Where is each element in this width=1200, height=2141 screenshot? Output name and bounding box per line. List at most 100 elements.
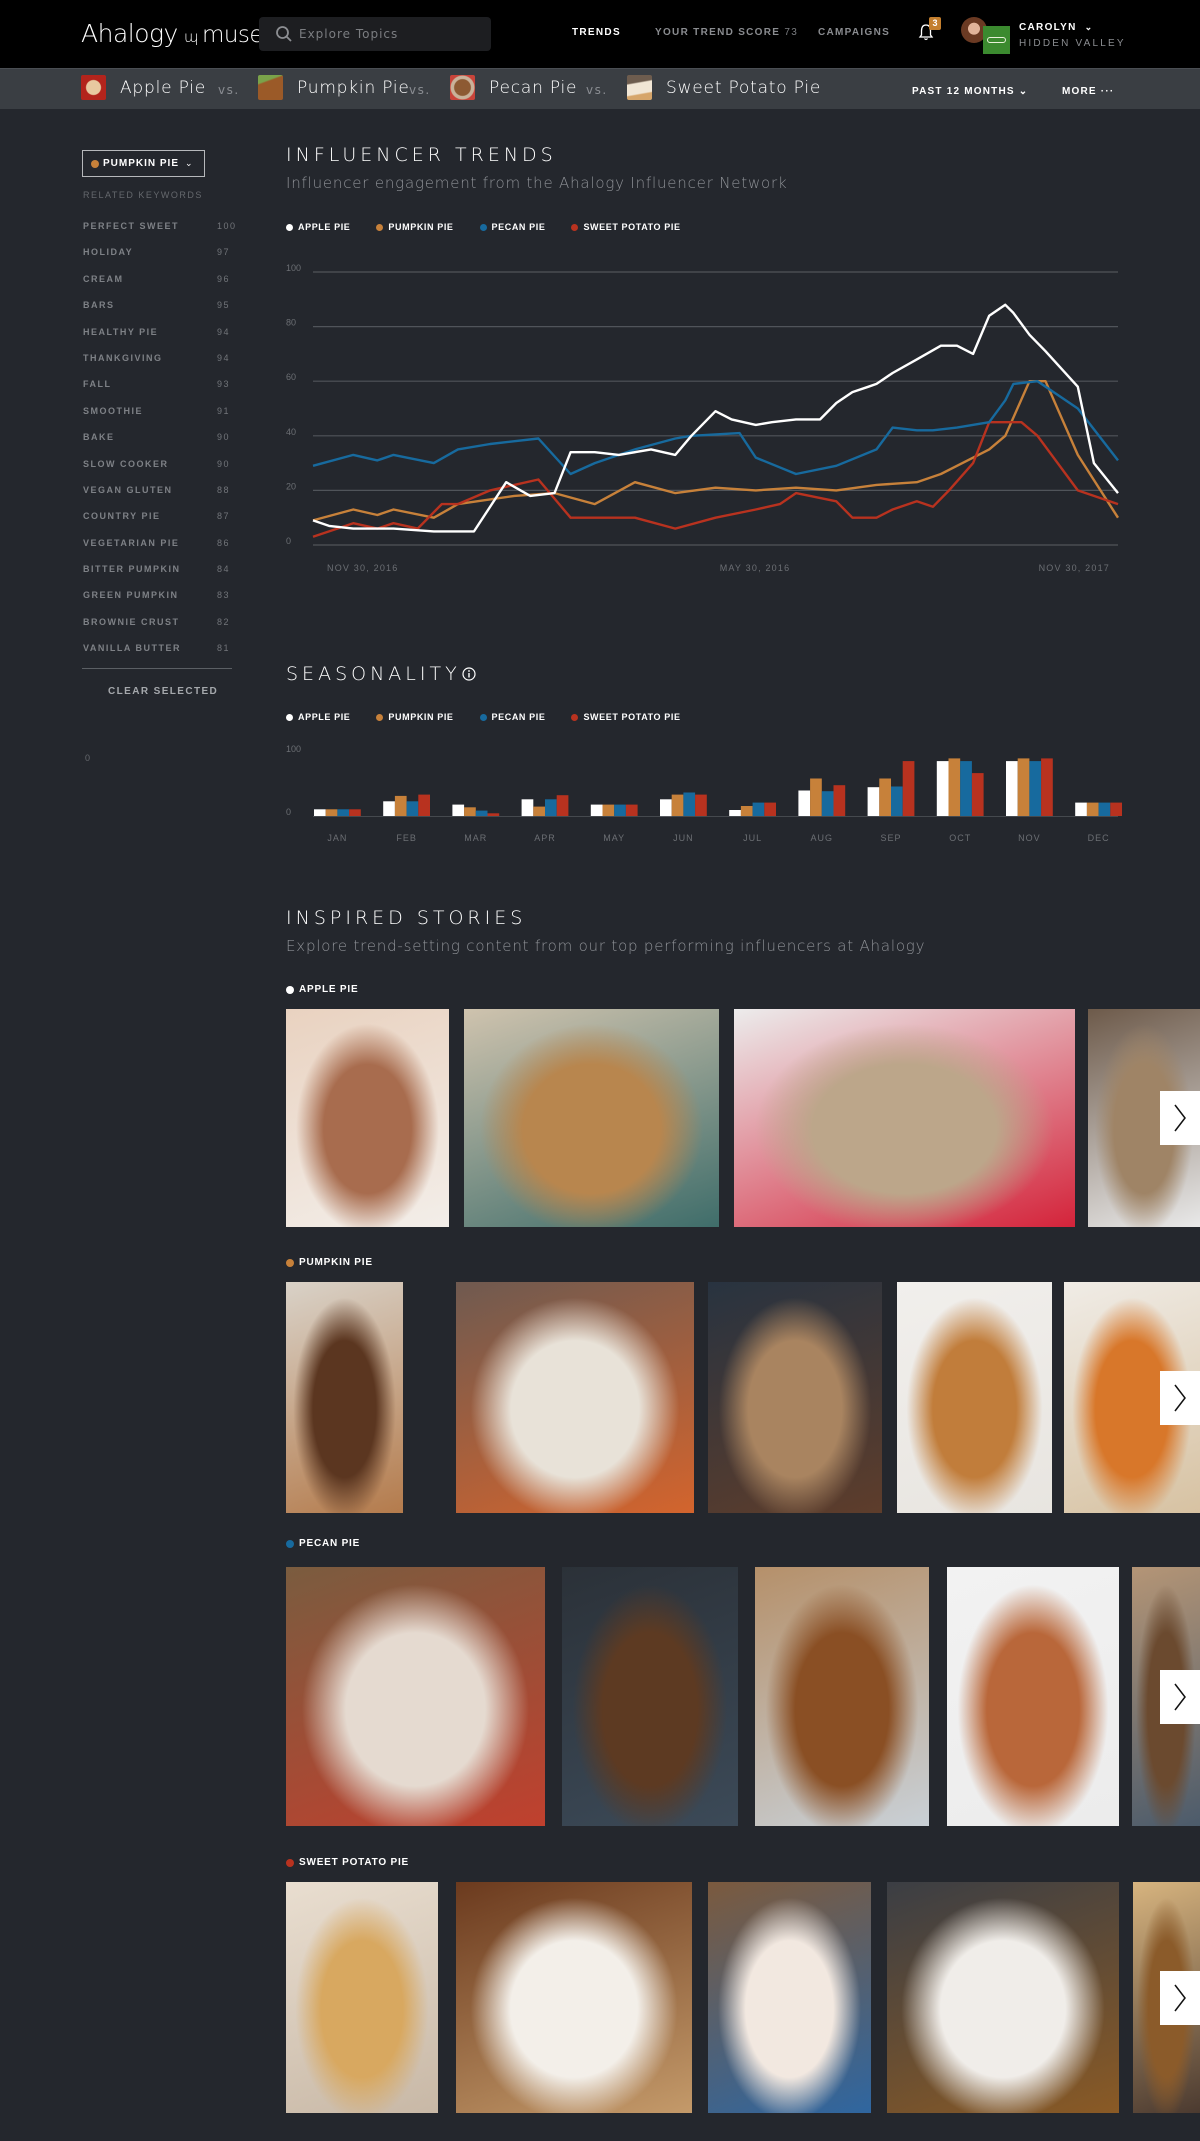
bar-mar-pecan-pie[interactable] [475, 810, 488, 816]
search-box[interactable] [259, 17, 491, 51]
legend-pecan-pie[interactable]: PECAN PIE [479, 222, 546, 232]
compare-item-pecan-pie[interactable]: Pecan Pie [450, 75, 577, 100]
story-card[interactable] [286, 1567, 545, 1826]
bar-sep-sweet-potato-pie[interactable] [902, 761, 915, 816]
keyword-item[interactable]: HOLIDAY 97 [83, 247, 239, 273]
bar-dec-sweet-potato-pie[interactable] [1110, 802, 1122, 816]
bar-aug-pumpkin-pie[interactable] [810, 778, 822, 817]
bar-nov-apple-pie[interactable] [1006, 761, 1018, 816]
keyword-item[interactable]: CREAM 96 [83, 274, 239, 300]
bar-apr-sweet-potato-pie[interactable] [556, 795, 569, 816]
more-button[interactable]: MORE ··· [1062, 86, 1114, 97]
keyword-item[interactable]: HEALTHY PIE 94 [83, 327, 239, 353]
bar-oct-sweet-potato-pie[interactable] [971, 773, 984, 816]
nav-campaigns[interactable]: CAMPAIGNS [818, 27, 890, 38]
bar-sep-apple-pie[interactable] [867, 787, 880, 816]
period-dropdown[interactable]: PAST 12 MONTHS ⌄ [912, 86, 1028, 97]
keyword-item[interactable]: BARS 95 [83, 300, 239, 326]
bar-feb-apple-pie[interactable] [383, 801, 395, 816]
keyword-item[interactable]: SMOOTHIE 91 [83, 406, 239, 432]
story-card[interactable] [897, 1282, 1052, 1513]
keyword-item[interactable]: VEGETARIAN PIE 86 [83, 538, 239, 564]
carousel-next-button[interactable] [1160, 1970, 1200, 2025]
keyword-item[interactable]: SLOW COOKER 90 [83, 459, 239, 485]
bar-may-apple-pie[interactable] [590, 804, 603, 816]
story-card[interactable] [947, 1567, 1119, 1826]
story-card[interactable] [286, 1882, 438, 2113]
bar-jul-sweet-potato-pie[interactable] [764, 802, 776, 816]
carousel-next-button[interactable] [1160, 1091, 1200, 1145]
bar-jan-pumpkin-pie[interactable] [325, 809, 338, 816]
bar-apr-pumpkin-pie[interactable] [533, 806, 545, 816]
bar-mar-pumpkin-pie[interactable] [464, 807, 476, 816]
bar-aug-apple-pie[interactable] [798, 790, 811, 817]
story-card[interactable] [464, 1009, 719, 1227]
user-menu[interactable]: CAROLYN ⌄ [1019, 22, 1093, 33]
series-line-pumpkin-pie[interactable] [312, 379, 1120, 522]
story-card[interactable] [562, 1567, 738, 1826]
bar-jan-sweet-potato-pie[interactable] [349, 809, 361, 816]
bar-nov-pecan-pie[interactable] [1029, 761, 1042, 816]
keyword-select[interactable]: PUMPKIN PIE ⌄ [82, 150, 205, 177]
compare-item-pumpkin-pie[interactable]: Pumpkin Pie [258, 75, 410, 100]
clear-selected-button[interactable]: CLEAR SELECTED [108, 686, 218, 697]
keyword-item[interactable]: VEGAN GLUTEN 88 [83, 485, 239, 511]
legend-sweet-potato-pie[interactable]: SWEET POTATO PIE [571, 222, 680, 232]
bar-oct-pecan-pie[interactable] [960, 761, 972, 816]
bar-jun-sweet-potato-pie[interactable] [695, 794, 707, 816]
story-card[interactable] [708, 1282, 882, 1513]
bar-apr-pecan-pie[interactable] [545, 799, 557, 817]
keyword-item[interactable]: THANKGIVING 94 [83, 353, 239, 379]
bar-jul-pecan-pie[interactable] [752, 802, 765, 816]
story-card[interactable] [456, 1282, 694, 1513]
story-card[interactable] [887, 1882, 1119, 2113]
search-input[interactable] [299, 17, 485, 51]
bar-oct-apple-pie[interactable] [936, 761, 949, 816]
bar-feb-pumpkin-pie[interactable] [394, 795, 407, 816]
info-icon[interactable] [462, 667, 476, 681]
bar-aug-sweet-potato-pie[interactable] [833, 785, 846, 816]
bar-sep-pumpkin-pie[interactable] [879, 778, 891, 817]
bar-mar-apple-pie[interactable] [452, 804, 465, 816]
keyword-item[interactable]: BROWNIE CRUST 82 [83, 617, 239, 643]
brand-logo[interactable]: Ahalogy ɰ muse [81, 19, 264, 48]
bar-jun-pumpkin-pie[interactable] [671, 794, 684, 816]
bar-dec-pecan-pie[interactable] [1098, 802, 1111, 816]
bar-feb-pecan-pie[interactable] [406, 801, 419, 816]
bar-aug-pecan-pie[interactable] [821, 791, 834, 816]
bar-feb-sweet-potato-pie[interactable] [418, 794, 430, 816]
keyword-item[interactable]: VANILLA BUTTER 81 [83, 643, 239, 669]
keyword-item[interactable]: PERFECT SWEET 100 [83, 221, 239, 247]
bar-may-pumpkin-pie[interactable] [602, 804, 615, 816]
bar-apr-apple-pie[interactable] [521, 799, 534, 817]
bar-dec-pumpkin-pie[interactable] [1086, 802, 1099, 816]
bar-dec-apple-pie[interactable] [1075, 802, 1087, 816]
legend-apple-pie[interactable]: APPLE PIE [286, 712, 350, 722]
bar-may-sweet-potato-pie[interactable] [625, 804, 638, 816]
carousel-next-button[interactable] [1160, 1669, 1200, 1724]
bar-oct-pumpkin-pie[interactable] [948, 758, 961, 816]
compare-item-apple-pie[interactable]: Apple Pie [81, 75, 206, 100]
bar-sep-pecan-pie[interactable] [891, 786, 903, 817]
legend-sweet-potato-pie[interactable]: SWEET POTATO PIE [571, 712, 680, 722]
keyword-item[interactable]: BAKE 90 [83, 432, 239, 458]
bar-mar-sweet-potato-pie[interactable] [487, 813, 500, 816]
bar-nov-sweet-potato-pie[interactable] [1041, 758, 1053, 816]
bar-jan-apple-pie[interactable] [314, 809, 326, 816]
series-line-apple-pie[interactable] [312, 303, 1119, 533]
bar-jul-pumpkin-pie[interactable] [740, 806, 753, 816]
nav-trend-score[interactable]: YOUR TREND SCORE 73 [655, 27, 798, 38]
keyword-item[interactable]: BITTER PUMPKIN 84 [83, 564, 239, 590]
legend-pumpkin-pie[interactable]: PUMPKIN PIE [376, 222, 453, 232]
legend-apple-pie[interactable]: APPLE PIE [286, 222, 350, 232]
bar-may-pecan-pie[interactable] [614, 804, 626, 816]
story-card[interactable] [456, 1882, 692, 2113]
keyword-item[interactable]: COUNTRY PIE 87 [83, 511, 239, 537]
bar-jan-pecan-pie[interactable] [337, 809, 350, 816]
compare-item-sweet-potato-pie[interactable]: Sweet Potato Pie [627, 75, 821, 100]
story-card[interactable] [734, 1009, 1075, 1227]
carousel-next-button[interactable] [1160, 1370, 1200, 1425]
bar-jun-apple-pie[interactable] [660, 799, 672, 817]
legend-pumpkin-pie[interactable]: PUMPKIN PIE [376, 712, 453, 722]
series-line-pecan-pie[interactable] [312, 379, 1119, 476]
